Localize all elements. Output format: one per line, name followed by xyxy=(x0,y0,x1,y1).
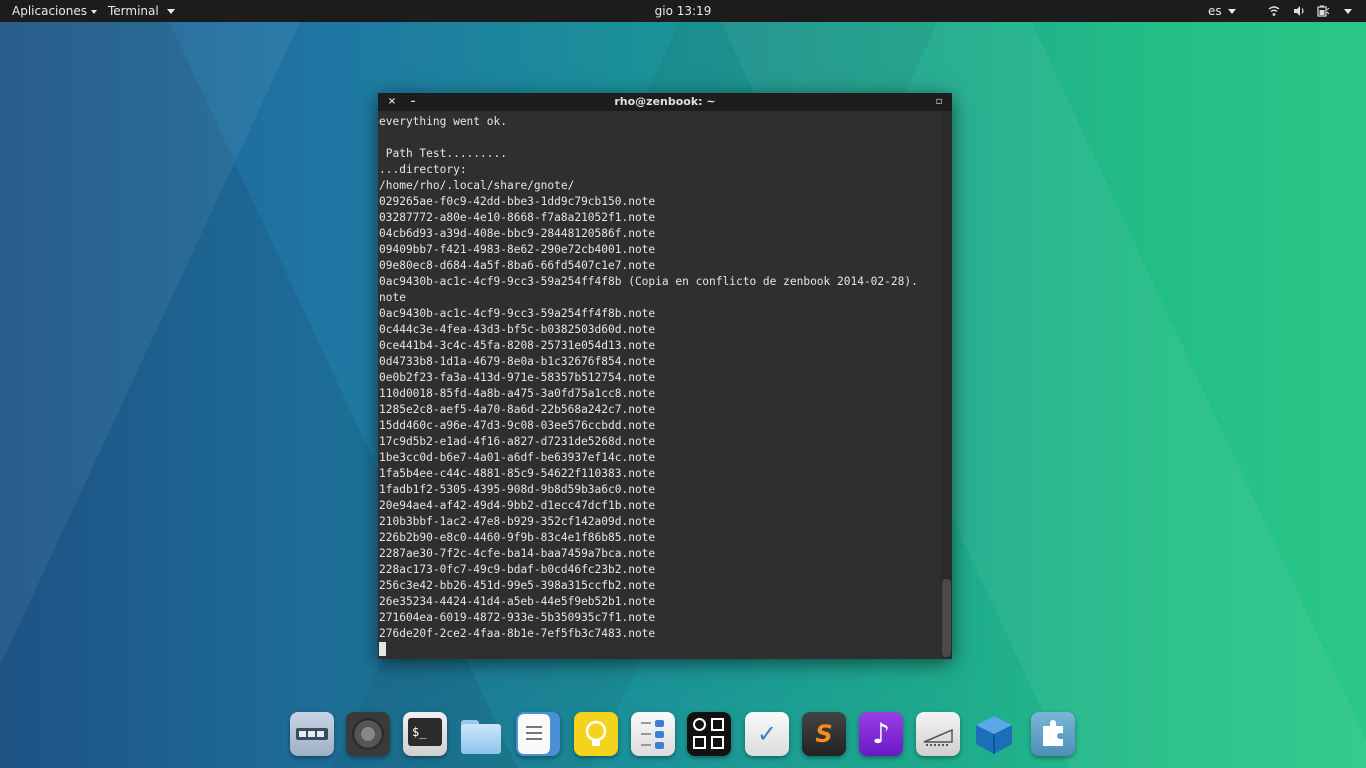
tweak-settings-icon[interactable] xyxy=(631,712,675,756)
terminal-line: note xyxy=(379,291,406,304)
terminal-app-menu-label: Terminal xyxy=(108,4,159,18)
note-glyph: ♪ xyxy=(872,717,890,750)
terminal-line: 26e35234-4424-41d4-a5eb-44e5f9eb52b1.not… xyxy=(379,595,656,608)
terminal-line: 2287ae30-7f2c-4cfe-ba14-baa7459a7bca.not… xyxy=(379,547,656,560)
ideas-icon[interactable] xyxy=(574,712,618,756)
scrollbar-thumb[interactable] xyxy=(942,579,951,657)
disk-usage-icon[interactable] xyxy=(916,712,960,756)
terminal-line: 20e94ae4-af42-49d4-9bb2-d1ecc47dcf1b.not… xyxy=(379,499,656,512)
terminal-prompt-line xyxy=(379,642,939,658)
puzzle-icon xyxy=(1043,720,1063,746)
terminal-line: 276de20f-2ce2-4faa-8b1e-7ef5fb3c7483.not… xyxy=(379,627,656,640)
top-panel: Aplicaciones Terminal gio 13:19 es xyxy=(0,0,1366,22)
terminal-line: 1be3cc0d-b6e7-4a01-a6df-be63937ef14c.not… xyxy=(379,451,656,464)
terminal-line: everything went ok. xyxy=(379,115,507,128)
terminal-line: 03287772-a80e-4e10-8668-f7a8a21052f1.not… xyxy=(379,211,656,224)
keyboard-layout-menu[interactable]: es xyxy=(1208,0,1236,22)
terminal-line: Path Test......... xyxy=(379,147,507,160)
wifi-icon[interactable] xyxy=(1268,5,1280,17)
text-editor-icon[interactable] xyxy=(516,712,560,756)
keyboard-layout-label: es xyxy=(1208,4,1222,18)
checkmark-icon: ✓ xyxy=(756,720,778,748)
sublime-text-icon[interactable]: S xyxy=(802,712,846,756)
virtualbox-icon[interactable] xyxy=(972,712,1016,756)
terminal-line: 0ac9430b-ac1c-4cf9-9cc3-59a254ff4f8b (Co… xyxy=(379,275,918,288)
window-title: rho@zenbook: ~ xyxy=(614,95,716,108)
cube-icon xyxy=(976,716,1012,754)
system-menu[interactable] xyxy=(1340,0,1352,22)
terminal-line: 1fadb1f2-5305-4395-908d-9b8d59b3a6c0.not… xyxy=(379,483,656,496)
terminal-icon[interactable]: $_ xyxy=(403,712,447,756)
terminal-line: 1285e2c8-aef5-4a70-8a6d-22b568a242c7.not… xyxy=(379,403,656,416)
terminal-cursor xyxy=(379,642,386,656)
music-icon[interactable]: ♪ xyxy=(859,712,903,756)
clock-label: gio 13:19 xyxy=(654,4,712,18)
terminal-line: 17c9d5b2-e1ad-4f16-a827-d7231de5268d.not… xyxy=(379,435,656,448)
terminal-output[interactable]: everything went ok. Path Test...........… xyxy=(379,114,939,658)
chevron-down-icon xyxy=(1344,9,1352,14)
chevron-down-icon xyxy=(90,9,97,14)
battery-icon[interactable] xyxy=(1317,5,1331,17)
chevron-down-icon xyxy=(166,9,175,14)
terminal-line: 0ac9430b-ac1c-4cf9-9cc3-59a254ff4f8b.not… xyxy=(379,307,656,320)
gauge-icon xyxy=(923,728,953,746)
terminal-line: 09e80ec8-d684-4a5f-8ba6-66fd5407c1e7.not… xyxy=(379,259,656,272)
window-titlebar[interactable]: × – rho@zenbook: ~ ▫ xyxy=(378,93,952,111)
terminal-line: 0d4733b8-1d1a-4679-8e0a-b1c32676f854.not… xyxy=(379,355,656,368)
terminal-line: 256c3e42-bb26-451d-99e5-398a315ccfb2.not… xyxy=(379,579,656,592)
maximize-button[interactable]: ▫ xyxy=(933,96,945,108)
files-icon[interactable] xyxy=(459,712,503,756)
terminal-line: 228ac173-0fc7-49c9-bdaf-b0cd46fc23b2.not… xyxy=(379,563,656,576)
terminal-line: 0c444c3e-4fea-43d3-bf5c-b0382503d60d.not… xyxy=(379,323,656,336)
sublime-glyph: S xyxy=(815,720,833,748)
terminal-line: ...directory: xyxy=(379,163,467,176)
terminal-line: 1fa5b4ee-c44c-4881-85c9-54622f110383.not… xyxy=(379,467,656,480)
workspaces-icon[interactable] xyxy=(290,712,334,756)
terminal-line: 04cb6d93-a39d-408e-bbc9-28448120586f.not… xyxy=(379,227,656,240)
chevron-down-icon xyxy=(1227,9,1236,14)
terminal-app-menu[interactable]: Terminal xyxy=(108,0,175,22)
terminal-line: 226b2b90-e8c0-4460-9f9b-83c4e1f86b85.not… xyxy=(379,531,656,544)
terminal-line: 029265ae-f0c9-42dd-bbe3-1dd9c79cb150.not… xyxy=(379,195,656,208)
terminal-line: 210b3bbf-1ac2-47e8-b929-352cf142a09d.not… xyxy=(379,515,656,528)
screenshot-icon[interactable] xyxy=(346,712,390,756)
terminal-line: /home/rho/.local/share/gnote/ xyxy=(379,179,575,192)
backup-icon[interactable] xyxy=(687,712,731,756)
terminal-line: 0ce441b4-3c4c-45fa-8208-25731e054d13.not… xyxy=(379,339,656,352)
terminal-line: 110d0018-85fd-4a8b-a475-3a0fd75a1cc8.not… xyxy=(379,387,656,400)
terminal-glyph: $_ xyxy=(408,718,442,746)
terminal-line: 0e0b2f23-fa3a-413d-971e-58357b512754.not… xyxy=(379,371,656,384)
terminal-window: × – rho@zenbook: ~ ▫ everything went ok.… xyxy=(378,93,952,659)
terminal-line: 15dd460c-a96e-47d3-9c08-03ee576ccbdd.not… xyxy=(379,419,656,432)
terminal-line: 271604ea-6019-4872-933e-5b350935c7f1.not… xyxy=(379,611,656,624)
volume-icon[interactable] xyxy=(1293,5,1305,17)
applications-menu-label: Aplicaciones xyxy=(12,4,87,18)
scrollbar[interactable] xyxy=(941,111,952,659)
lightbulb-icon xyxy=(585,720,607,746)
applications-menu[interactable]: Aplicaciones xyxy=(12,0,97,22)
tasks-icon[interactable]: ✓ xyxy=(745,712,789,756)
dock: $_ ✓ S ♪ xyxy=(288,710,1078,768)
extensions-icon[interactable] xyxy=(1031,712,1075,756)
clock[interactable]: gio 13:19 xyxy=(630,0,736,22)
terminal-line: 09409bb7-f421-4983-8e62-290e72cb4001.not… xyxy=(379,243,656,256)
